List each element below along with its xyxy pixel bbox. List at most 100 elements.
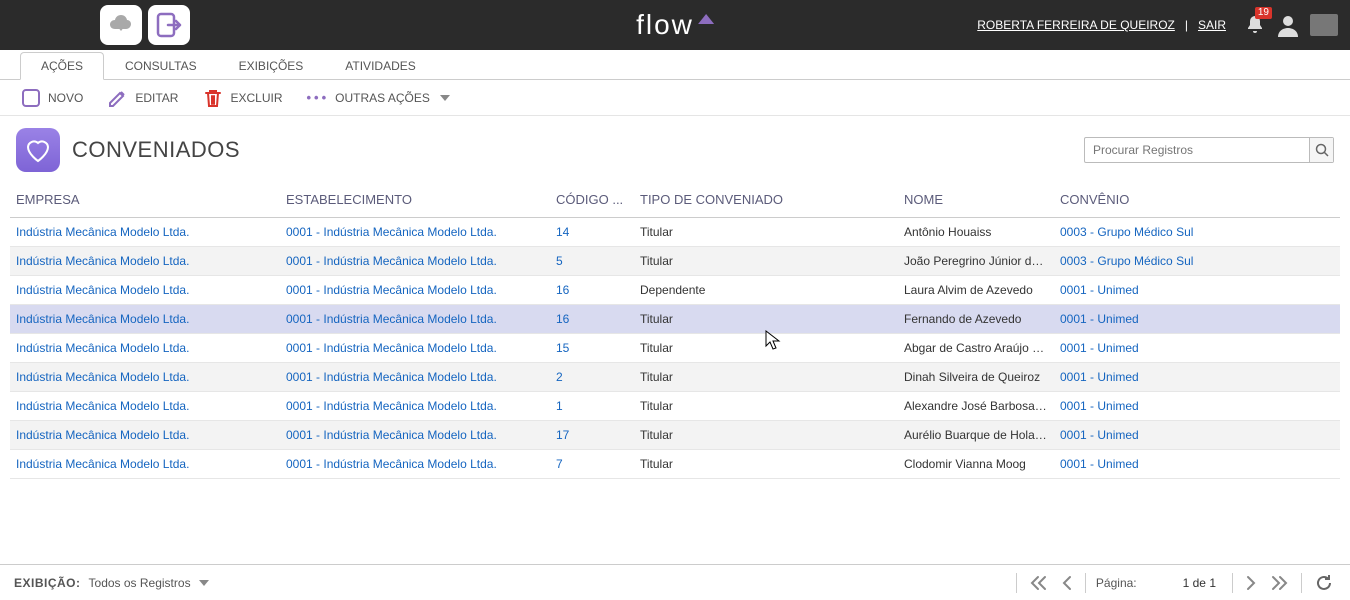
novo-label: NOVO	[48, 91, 83, 105]
novo-button[interactable]: NOVO	[20, 87, 83, 109]
tab-consultas[interactable]: CONSULTAS	[104, 52, 218, 79]
cell-codigo: 14	[550, 218, 634, 247]
table-row[interactable]: Indústria Mecânica Modelo Ltda.0001 - In…	[10, 392, 1340, 421]
cell-tipo: Dependente	[634, 276, 898, 305]
logout-button[interactable]	[148, 5, 190, 45]
cell-nome: Abgar de Castro Araújo Ren...	[898, 334, 1054, 363]
cell-empresa: Indústria Mecânica Modelo Ltda.	[10, 305, 280, 334]
cell-nome: Clodomir Vianna Moog	[898, 450, 1054, 479]
table-row[interactable]: Indústria Mecânica Modelo Ltda.0001 - In…	[10, 363, 1340, 392]
search-button[interactable]	[1309, 138, 1333, 162]
chevron-down-icon	[199, 580, 209, 586]
next-page-button[interactable]	[1243, 573, 1259, 593]
outras-label: OUTRAS AÇÕES	[335, 91, 430, 105]
cell-convenio: 0001 - Unimed	[1054, 363, 1340, 392]
cell-estabelecimento: 0001 - Indústria Mecânica Modelo Ltda.	[280, 421, 550, 450]
cell-empresa: Indústria Mecânica Modelo Ltda.	[10, 421, 280, 450]
cell-empresa: Indústria Mecânica Modelo Ltda.	[10, 392, 280, 421]
tab-atividades[interactable]: ATIVIDADES	[324, 52, 436, 79]
cell-codigo: 2	[550, 363, 634, 392]
topbar-divider: |	[1185, 18, 1188, 32]
cell-empresa: Indústria Mecânica Modelo Ltda.	[10, 247, 280, 276]
cell-tipo: Titular	[634, 450, 898, 479]
refresh-button[interactable]	[1312, 571, 1336, 595]
col-header-estabelecimento[interactable]: ESTABELECIMENTO	[280, 184, 550, 218]
cell-empresa: Indústria Mecânica Modelo Ltda.	[10, 218, 280, 247]
cell-nome: Fernando de Azevedo	[898, 305, 1054, 334]
profile-button[interactable]	[1276, 13, 1300, 37]
cell-empresa: Indústria Mecânica Modelo Ltda.	[10, 363, 280, 392]
editar-label: EDITAR	[135, 91, 178, 105]
col-header-tipo[interactable]: TIPO DE CONVENIADO	[634, 184, 898, 218]
table-row[interactable]: Indústria Mecânica Modelo Ltda.0001 - In…	[10, 276, 1340, 305]
notifications-button[interactable]: 19	[1244, 14, 1266, 36]
table-row[interactable]: Indústria Mecânica Modelo Ltda.0001 - In…	[10, 305, 1340, 334]
table-header-row: EMPRESA ESTABELECIMENTO CÓDIGO ... TIPO …	[10, 184, 1340, 218]
cell-empresa: Indústria Mecânica Modelo Ltda.	[10, 450, 280, 479]
page-icon	[16, 128, 60, 172]
search-input[interactable]	[1084, 137, 1334, 163]
cell-codigo: 15	[550, 334, 634, 363]
cell-convenio: 0001 - Unimed	[1054, 276, 1340, 305]
tab-acoes[interactable]: AÇÕES	[20, 52, 104, 80]
cell-convenio: 0003 - Grupo Médico Sul	[1054, 247, 1340, 276]
pagina-value: 1 de 1	[1183, 576, 1216, 590]
tab-exibicoes[interactable]: EXIBIÇÕES	[218, 52, 325, 79]
first-page-button[interactable]	[1027, 573, 1049, 593]
table-row[interactable]: Indústria Mecânica Modelo Ltda.0001 - In…	[10, 247, 1340, 276]
cell-tipo: Titular	[634, 334, 898, 363]
last-page-button[interactable]	[1269, 573, 1291, 593]
app-logo: flow	[636, 9, 714, 41]
editar-button[interactable]: EDITAR	[107, 87, 178, 109]
exit-icon	[154, 10, 184, 40]
pencil-icon	[107, 87, 129, 109]
pagination: Página: 1 de 1	[1016, 571, 1336, 595]
footer: EXIBIÇÃO: Todos os Registros Página: 1 d…	[0, 564, 1350, 600]
cell-tipo: Titular	[634, 421, 898, 450]
inbox-button[interactable]	[1310, 14, 1338, 36]
cell-nome: Dinah Silveira de Queiroz	[898, 363, 1054, 392]
cell-convenio: 0001 - Unimed	[1054, 305, 1340, 334]
table-row[interactable]: Indústria Mecânica Modelo Ltda.0001 - In…	[10, 450, 1340, 479]
divider	[1232, 573, 1233, 593]
person-icon	[1276, 13, 1300, 37]
cell-codigo: 5	[550, 247, 634, 276]
col-header-codigo[interactable]: CÓDIGO ...	[550, 184, 634, 218]
table-row[interactable]: Indústria Mecânica Modelo Ltda.0001 - In…	[10, 334, 1340, 363]
prev-page-button[interactable]	[1059, 573, 1075, 593]
divider	[1016, 573, 1017, 593]
cell-convenio: 0001 - Unimed	[1054, 421, 1340, 450]
actions-toolbar: NOVO EDITAR EXCLUIR ••• OUTRAS AÇÕES	[0, 80, 1350, 116]
exibicao-label: EXIBIÇÃO:	[14, 576, 81, 590]
cell-tipo: Titular	[634, 305, 898, 334]
col-header-convenio[interactable]: CONVÊNIO	[1054, 184, 1340, 218]
search-wrap	[1084, 137, 1334, 163]
table-row[interactable]: Indústria Mecânica Modelo Ltda.0001 - In…	[10, 421, 1340, 450]
col-header-empresa[interactable]: EMPRESA	[10, 184, 280, 218]
cell-nome: Antônio Houaiss	[898, 218, 1054, 247]
cell-codigo: 16	[550, 305, 634, 334]
page-heading-row: CONVENIADOS	[0, 116, 1350, 178]
logout-link[interactable]: SAIR	[1198, 18, 1226, 32]
menu-tabs: AÇÕES CONSULTAS EXIBIÇÕES ATIVIDADES	[0, 50, 1350, 80]
topbar-right: ROBERTA FERREIRA DE QUEIROZ | SAIR 19	[977, 13, 1338, 37]
topbar-left	[100, 5, 190, 45]
search-icon	[1315, 143, 1329, 157]
topbar-icons: 19	[1244, 13, 1338, 37]
cloud-icon	[107, 11, 135, 40]
outras-acoes-button[interactable]: ••• OUTRAS AÇÕES	[306, 90, 449, 105]
cell-codigo: 1	[550, 392, 634, 421]
cell-empresa: Indústria Mecânica Modelo Ltda.	[10, 276, 280, 305]
excluir-button[interactable]: EXCLUIR	[202, 87, 282, 109]
cell-tipo: Titular	[634, 218, 898, 247]
user-name-link[interactable]: ROBERTA FERREIRA DE QUEIROZ	[977, 18, 1175, 32]
exibicao-dropdown[interactable]: EXIBIÇÃO: Todos os Registros	[14, 576, 209, 590]
heart-icon	[23, 135, 53, 165]
cloud-button[interactable]	[100, 5, 142, 45]
cell-empresa: Indústria Mecânica Modelo Ltda.	[10, 334, 280, 363]
chevron-down-icon	[440, 95, 450, 101]
col-header-nome[interactable]: NOME	[898, 184, 1054, 218]
table-row[interactable]: Indústria Mecânica Modelo Ltda.0001 - In…	[10, 218, 1340, 247]
cell-convenio: 0001 - Unimed	[1054, 392, 1340, 421]
cell-tipo: Titular	[634, 363, 898, 392]
